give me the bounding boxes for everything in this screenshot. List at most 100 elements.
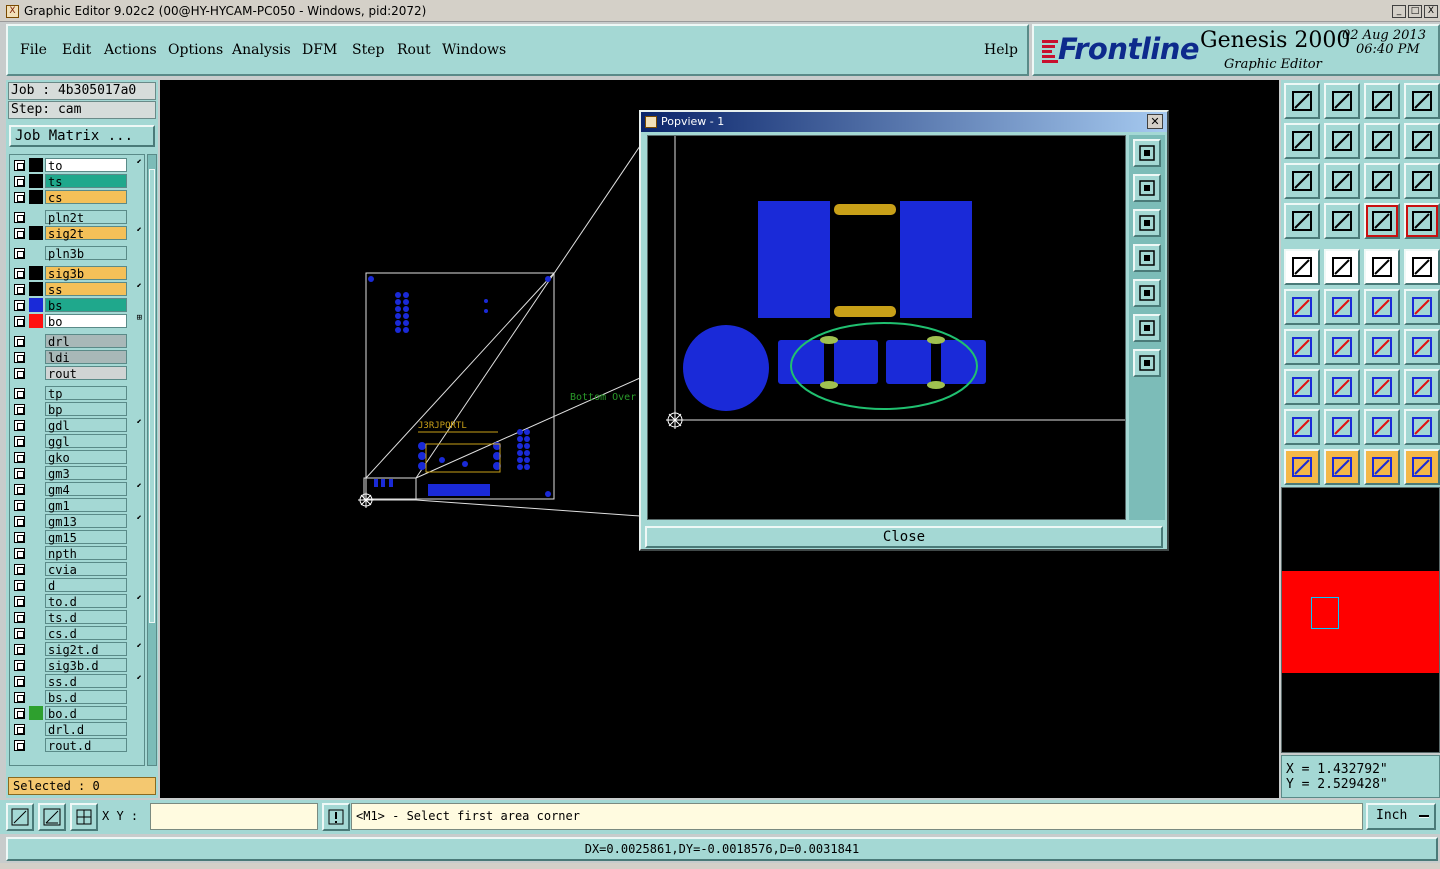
layer-control-b-button[interactable] [1404,203,1440,239]
layer-name[interactable]: rout.d [45,738,127,753]
layer-checkbox[interactable] [14,548,25,559]
menu-rout[interactable]: Rout [397,42,431,58]
zoom-center-button[interactable] [1324,163,1360,199]
layer-name[interactable]: gm4 [45,482,127,497]
fit-screen-button[interactable] [1284,163,1320,199]
layer-name[interactable]: pln3b [45,246,127,261]
line-tool-button[interactable] [1324,329,1360,365]
layer-row[interactable]: ts [10,173,144,189]
layer-color-swatch[interactable] [29,626,43,640]
open-job-button[interactable] [1284,83,1320,119]
menu-analysis[interactable]: Analysis [232,42,291,58]
layer-row[interactable]: ss ⬋ [10,281,144,297]
graphic-control-button[interactable] [1284,203,1320,239]
layer-control-a-button[interactable] [1364,203,1400,239]
layer-checkbox[interactable] [14,644,25,655]
add-node-button[interactable] [1404,289,1440,325]
layer-row[interactable]: cs.d [10,625,144,641]
layer-name[interactable]: ts [45,174,127,189]
layer-row[interactable]: gm15 [10,529,144,545]
layer-checkbox[interactable] [14,564,25,575]
layer-color-swatch[interactable] [29,402,43,416]
angle-tool-button[interactable] [1284,329,1320,365]
layer-color-swatch[interactable] [29,366,43,380]
layer-color-swatch[interactable] [29,158,43,172]
help-button[interactable] [1404,163,1440,199]
layer-color-swatch[interactable] [29,546,43,560]
layer-name[interactable]: ts.d [45,610,127,625]
popview-titlebar[interactable]: Popview - 1 ✕ [641,112,1167,132]
layer-checkbox[interactable] [14,336,25,347]
layer-row[interactable]: npth [10,545,144,561]
layer-row[interactable]: tp [10,385,144,401]
layer-color-swatch[interactable] [29,690,43,704]
layer-name[interactable]: drl [45,334,127,349]
layer-row[interactable]: bp [10,401,144,417]
undo-view-button[interactable] [1364,123,1400,159]
layer-checkbox[interactable] [14,580,25,591]
scrollbar-thumb[interactable] [149,169,155,623]
layer-checkbox[interactable] [14,192,25,203]
snap-node-button[interactable] [1364,289,1400,325]
layer-row[interactable]: cvia [10,561,144,577]
slot-tool-button[interactable] [1324,369,1360,405]
layer-color-swatch[interactable] [29,314,43,328]
layer-name[interactable]: pln2t [45,210,127,225]
overview-panel[interactable] [1281,487,1440,753]
layer-checkbox[interactable] [14,228,25,239]
layer-row[interactable]: pln3b [10,245,144,261]
layer-checkbox[interactable] [14,516,25,527]
overview-viewport[interactable] [1311,597,1339,629]
grid-toggle-button[interactable] [1324,203,1360,239]
connect-nodes-button[interactable] [1284,289,1320,325]
distance-tool-button[interactable] [1364,369,1400,405]
job-matrix-button[interactable]: Job Matrix ... [9,125,155,147]
layer-row[interactable]: gdl ⬋ [10,417,144,433]
layer-checkbox[interactable] [14,160,25,171]
layer-row[interactable]: to ⬋ [10,157,144,173]
layer-color-swatch[interactable] [29,226,43,240]
zoom-out-button[interactable] [1133,349,1161,377]
layer-color-swatch[interactable] [29,530,43,544]
layer-row[interactable]: sig3b [10,265,144,281]
layer-name[interactable]: bp [45,402,127,417]
layer-checkbox[interactable] [14,268,25,279]
menu-edit[interactable]: Edit [62,42,91,58]
layer-name[interactable]: drl.d [45,722,127,737]
fill-select-button[interactable] [1324,249,1360,285]
layer-checkbox[interactable] [14,740,25,751]
menu-help[interactable]: Help [984,42,1018,58]
layer-checkbox[interactable] [14,484,25,495]
layer-color-swatch[interactable] [29,190,43,204]
layer-name[interactable]: d [45,578,127,593]
angle-mode-button[interactable] [38,803,66,831]
layer-checkbox[interactable] [14,676,25,687]
menu-windows[interactable]: Windows [442,42,506,58]
layer-checkbox[interactable] [14,404,25,415]
layer-row[interactable]: gm1 [10,497,144,513]
layer-color-swatch[interactable] [29,658,43,672]
menu-step[interactable]: Step [352,42,384,58]
layer-checkbox[interactable] [14,724,25,735]
layer-color-swatch[interactable] [29,298,43,312]
layer-row[interactable]: sig2t ⬋ [10,225,144,241]
layer-name[interactable]: cvia [45,562,127,577]
unit-selector[interactable]: Inch [1366,803,1436,830]
layer-row[interactable]: gm13 ⬋ [10,513,144,529]
layer-name[interactable]: rout [45,366,127,381]
layer-name[interactable]: gko [45,450,127,465]
layer-row[interactable]: drl [10,333,144,349]
layer-row[interactable]: drl.d [10,721,144,737]
pan-left-button[interactable] [1133,244,1161,272]
info-button[interactable] [322,803,350,831]
pan-left-button[interactable] [1284,123,1320,159]
layer-row[interactable]: rout [10,365,144,381]
layer-name[interactable]: cs [45,190,127,205]
layer-checkbox[interactable] [14,284,25,295]
layer-color-swatch[interactable] [29,578,43,592]
layer-name[interactable]: ss.d [45,674,127,689]
layer-name[interactable]: cs.d [45,626,127,641]
zoom-in-button[interactable] [1133,314,1161,342]
arc-tool-button[interactable] [1364,329,1400,365]
layer-name[interactable]: bs.d [45,690,127,705]
